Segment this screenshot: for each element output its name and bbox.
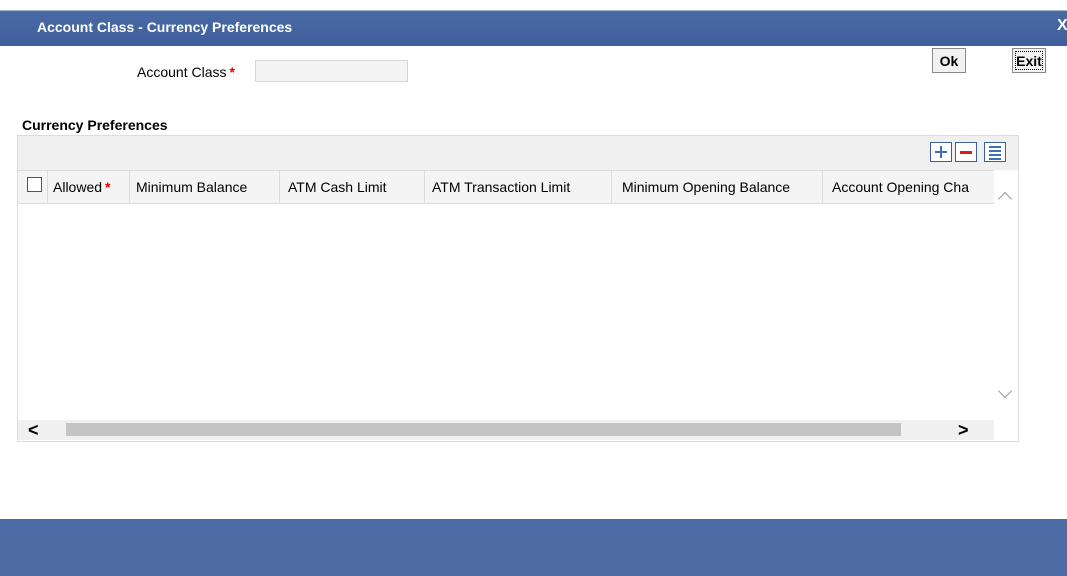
- required-star: *: [229, 64, 235, 80]
- column-header-minimum-balance[interactable]: Minimum Balance: [130, 171, 280, 203]
- ok-button[interactable]: Ok: [932, 48, 966, 73]
- close-icon[interactable]: X: [1057, 17, 1067, 35]
- column-header-allowed[interactable]: Allowed *: [48, 171, 130, 203]
- delete-row-button[interactable]: [955, 142, 977, 162]
- scroll-left-icon[interactable]: <: [28, 421, 39, 439]
- select-all-cell: [18, 171, 48, 203]
- single-view-button[interactable]: [984, 142, 1006, 162]
- grid-header-row: Allowed * Minimum Balance ATM Cash Limit …: [18, 170, 994, 204]
- horizontal-scrollbar[interactable]: < >: [18, 420, 994, 440]
- column-header-account-opening-charges[interactable]: Account Opening Cha: [823, 171, 994, 203]
- exit-button[interactable]: Exit: [1012, 48, 1046, 73]
- section-title: Currency Preferences: [22, 117, 168, 133]
- scroll-up-icon[interactable]: [997, 191, 1013, 207]
- column-header-atm-cash-limit[interactable]: ATM Cash Limit: [280, 171, 425, 203]
- column-header-allowed-label: Allowed: [53, 179, 103, 195]
- grid-toolbar: [18, 136, 1018, 170]
- add-row-button[interactable]: [930, 142, 952, 162]
- window-title: Account Class - Currency Preferences: [37, 19, 293, 35]
- currency-preferences-grid: Allowed * Minimum Balance ATM Cash Limit …: [17, 135, 1019, 442]
- select-all-checkbox[interactable]: [27, 177, 42, 192]
- account-class-label: Account Class *: [137, 64, 235, 80]
- account-class-input[interactable]: [255, 60, 408, 82]
- footer-bar: [0, 519, 1067, 576]
- column-header-atm-transaction-limit[interactable]: ATM Transaction Limit: [425, 171, 612, 203]
- required-star: *: [105, 179, 111, 195]
- column-header-minimum-opening-balance[interactable]: Minimum Opening Balance: [612, 171, 823, 203]
- scroll-right-icon[interactable]: >: [958, 421, 969, 439]
- title-bar: Account Class - Currency Preferences X: [0, 0, 1067, 46]
- vertical-scrollbar[interactable]: [994, 170, 1018, 420]
- account-class-label-text: Account Class: [137, 64, 227, 80]
- horizontal-scroll-thumb[interactable]: [66, 423, 901, 436]
- scroll-down-icon[interactable]: [997, 383, 1013, 399]
